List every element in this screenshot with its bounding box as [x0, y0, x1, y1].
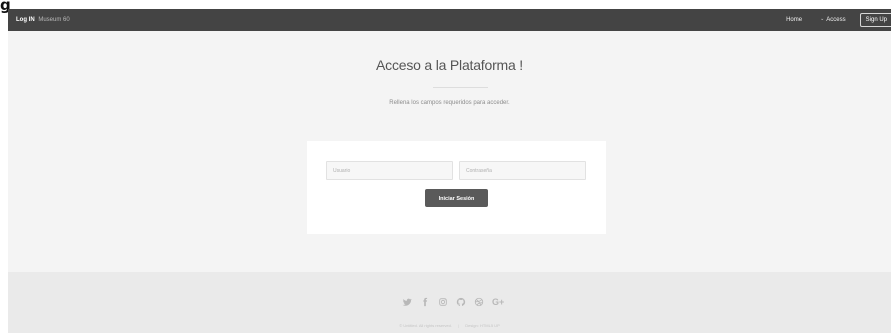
facebook-icon-glyph: [423, 297, 428, 307]
nav-home-link[interactable]: Home: [786, 17, 802, 23]
title-divider: [433, 87, 488, 88]
nav-access-label: Access: [826, 17, 846, 23]
page-root: g Log IN Museum 60 Home ⌄ Access Sign Up…: [0, 0, 891, 333]
copyright-label: © Untitled. All rights reserved.: [399, 323, 452, 328]
chevron-down-icon: ⌄: [820, 16, 825, 22]
dribbble-icon-glyph: [474, 297, 484, 307]
github-icon-glyph: [456, 297, 466, 306]
login-button[interactable]: Iniciar Sesión: [425, 189, 488, 207]
brand-subtitle: Museum 60: [38, 17, 70, 23]
facebook-icon[interactable]: [420, 297, 430, 307]
page-title: Acceso a la Plataforma !: [376, 57, 523, 73]
dribbble-icon[interactable]: [474, 297, 484, 307]
footer-separator: |: [458, 323, 460, 328]
page-subtitle: Rellena los campos requeridos para acced…: [389, 100, 510, 106]
twitter-icon-glyph: [402, 298, 412, 306]
login-card: Iniciar Sesión: [307, 141, 606, 234]
sign-up-button[interactable]: Sign Up: [859, 13, 891, 27]
brand: Log IN Museum 60: [16, 9, 70, 31]
instagram-icon[interactable]: [438, 297, 448, 307]
main-content: Acceso a la Plataforma ! Rellena los cam…: [8, 31, 891, 272]
instagram-icon-glyph: [439, 298, 447, 306]
design-credit: Design: HTML5 UP: [465, 323, 500, 328]
main-nav: Home ⌄ Access Sign Up: [786, 9, 891, 31]
brand-title: Log IN: [16, 17, 35, 23]
google-plus-icon[interactable]: G+: [492, 297, 504, 307]
nav-access-link[interactable]: ⌄ Access: [820, 16, 846, 23]
social-links: G+: [402, 297, 504, 307]
top-navigation-bar: Log IN Museum 60 Home ⌄ Access Sign Up: [8, 9, 891, 31]
copyright-text: © Untitled. All rights reserved. | Desig…: [8, 323, 891, 328]
password-input[interactable]: [459, 161, 586, 180]
footer: G+ © Untitled. All rights reserved. | De…: [8, 272, 891, 333]
github-icon[interactable]: [456, 297, 466, 307]
twitter-icon[interactable]: [402, 297, 412, 307]
username-input[interactable]: [326, 161, 453, 180]
